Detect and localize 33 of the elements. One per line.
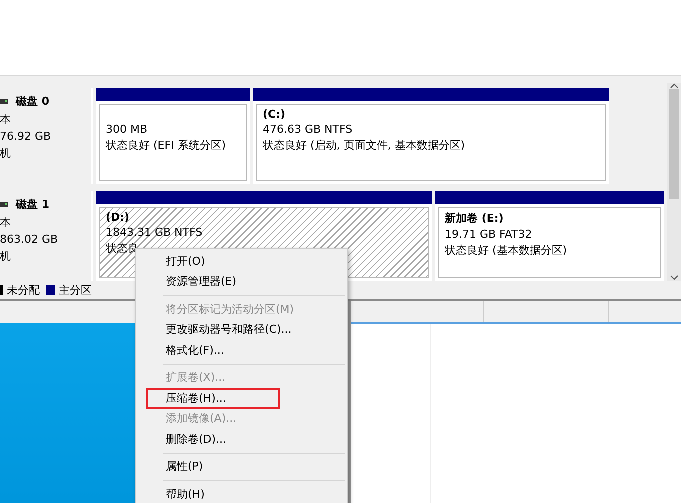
partition-size: 1843.31 GB NTFS xyxy=(106,226,203,239)
scroll-down-icon[interactable] xyxy=(670,275,678,281)
disk-status: 机 xyxy=(0,249,12,264)
disk-name: 磁盘 1 xyxy=(16,197,50,212)
legend-label: 主分区 xyxy=(59,282,92,298)
scroll-up-icon[interactable] xyxy=(670,83,678,89)
menu-item[interactable]: 帮助(H) xyxy=(166,486,205,502)
partition-status: 状态良好 (基本数据分区) xyxy=(445,243,568,258)
disk-size: 863.02 GB xyxy=(0,233,60,246)
disk-type: 本 xyxy=(0,112,12,127)
partition-label: 新加卷 (E:) xyxy=(445,211,504,226)
menu-item[interactable]: 压缩卷(H)... xyxy=(166,390,226,406)
disk-size: 76.92 GB xyxy=(0,130,52,143)
partition-status: 状态良好 (启动, 页面文件, 基本数据分区) xyxy=(263,138,466,153)
disk-type: 本 xyxy=(0,215,12,230)
partition-status: 状态良好 (EFI 系统分区) xyxy=(106,138,226,153)
menu-item[interactable]: 删除卷(D)... xyxy=(166,432,227,447)
disk-status: 机 xyxy=(0,146,12,161)
menu-item[interactable]: 属性(P) xyxy=(166,459,204,474)
partition-size: 19.71 GB FAT32 xyxy=(445,228,532,241)
menu-item[interactable]: 格式化(F)... xyxy=(166,342,224,358)
scrollbar[interactable] xyxy=(667,83,681,281)
disk-name: 磁盘 0 xyxy=(16,94,50,109)
partition[interactable]: 新加卷 (E:) 19.71 GB FAT32 状态良好 (基本数据分区) xyxy=(435,191,664,281)
partition-label: (C:) xyxy=(263,108,286,121)
partition-size: 300 MB xyxy=(106,123,148,136)
menu-item[interactable]: 打开(O) xyxy=(166,254,206,269)
menu-item[interactable]: 更改驱动器号和路径(C)... xyxy=(166,322,292,338)
partition[interactable]: (C:) 476.63 GB NTFS 状态良好 (启动, 页面文件, 基本数据分区) xyxy=(253,88,609,184)
legend-label: 未分配 xyxy=(7,282,40,298)
partition-size: 476.63 GB NTFS xyxy=(263,123,353,136)
partition-label: (D:) xyxy=(106,211,130,224)
partition[interactable]: 300 MB 状态良好 (EFI 系统分区) xyxy=(96,88,250,184)
